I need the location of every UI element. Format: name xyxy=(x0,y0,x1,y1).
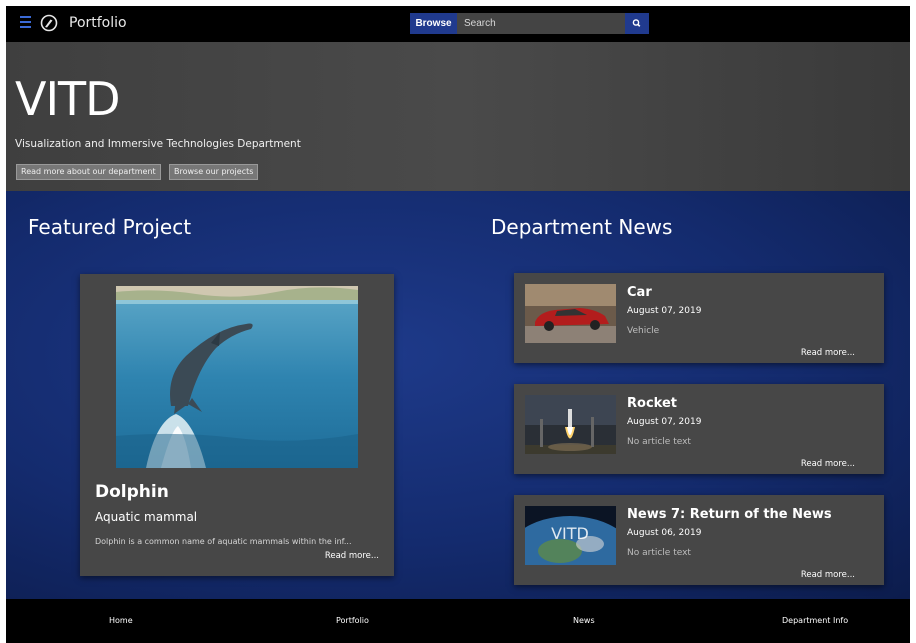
featured-project-type: Aquatic mammal xyxy=(95,510,198,524)
news-card[interactable]: VITD News 7: Return of the News August 0… xyxy=(514,495,884,585)
browse-button[interactable]: Browse xyxy=(410,13,457,34)
hero-subtitle: Visualization and Immersive Technologies… xyxy=(15,138,301,150)
hero-title: VITD xyxy=(15,72,121,126)
news-text: No article text xyxy=(627,548,691,558)
news-text: No article text xyxy=(627,437,691,447)
news-card[interactable]: Car August 07, 2019 Vehicle Read more... xyxy=(514,273,884,363)
news-read-more-link[interactable]: Read more... xyxy=(801,348,855,358)
news-title[interactable]: News 7: Return of the News xyxy=(627,507,832,522)
featured-project-description: Dolphin is a common name of aquatic mamm… xyxy=(95,537,352,546)
featured-project-name[interactable]: Dolphin xyxy=(95,482,169,502)
top-navbar: Portfolio Browse xyxy=(6,6,910,42)
app-title[interactable]: Portfolio xyxy=(69,15,127,31)
news-read-more-link[interactable]: Read more... xyxy=(801,459,855,469)
thumb-logo-text: VITD xyxy=(551,524,589,543)
footer-nav: Home Portfolio News Department Info xyxy=(6,599,910,643)
app-window: Portfolio Browse VITD Visualization and … xyxy=(6,6,910,643)
featured-section-title: Featured Project xyxy=(28,215,192,239)
browse-projects-button[interactable]: Browse our projects xyxy=(169,164,259,180)
earth-vitd-photo[interactable]: VITD xyxy=(525,506,616,565)
news-text: Vehicle xyxy=(627,326,660,336)
search-input[interactable] xyxy=(457,13,625,34)
hero-banner: VITD Visualization and Immersive Technol… xyxy=(6,42,910,191)
featured-project-card[interactable]: Dolphin Aquatic mammal Dolphin is a comm… xyxy=(80,274,394,576)
news-date: August 07, 2019 xyxy=(627,417,702,427)
hamburger-menu-icon[interactable] xyxy=(20,16,31,28)
news-card[interactable]: Rocket August 07, 2019 No article text R… xyxy=(514,384,884,474)
rocket-launch-photo[interactable] xyxy=(525,395,616,454)
search-button[interactable] xyxy=(625,13,649,34)
dolphin-photo[interactable] xyxy=(116,286,358,468)
news-date: August 07, 2019 xyxy=(627,306,702,316)
news-read-more-link[interactable]: Read more... xyxy=(801,570,855,580)
footer-link-portfolio[interactable]: Portfolio xyxy=(336,616,369,625)
read-more-department-button[interactable]: Read more about our department xyxy=(16,164,161,180)
main-content: Featured Project Department News Dolphin… xyxy=(6,191,910,599)
news-title[interactable]: Rocket xyxy=(627,396,677,411)
search-icon xyxy=(632,19,641,27)
news-title[interactable]: Car xyxy=(627,285,652,300)
footer-link-department-info[interactable]: Department Info xyxy=(782,616,848,625)
compass-logo-icon[interactable] xyxy=(40,14,58,32)
featured-read-more-link[interactable]: Read more... xyxy=(325,551,379,561)
news-date: August 06, 2019 xyxy=(627,528,702,538)
footer-link-home[interactable]: Home xyxy=(109,616,133,625)
footer-link-news[interactable]: News xyxy=(573,616,595,625)
red-car-photo[interactable] xyxy=(525,284,616,343)
news-section-title: Department News xyxy=(491,215,673,239)
